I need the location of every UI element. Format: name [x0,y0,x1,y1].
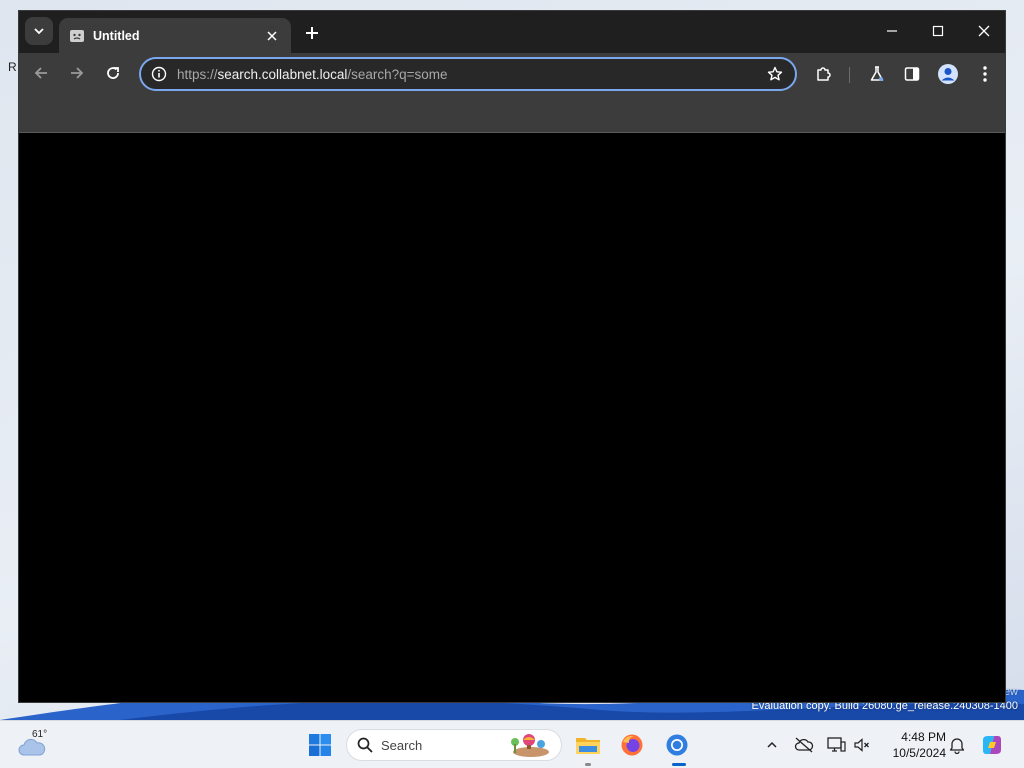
taskbar-search-label: Search [381,737,423,753]
copilot-button[interactable] [980,733,1004,757]
chevron-down-icon [34,28,44,35]
firefox-icon [621,734,643,756]
taskbar: 61° Search 4:48 PM 10/5/2024 [0,720,1024,768]
bookmarks-bar [19,93,1005,133]
tab-close-icon[interactable] [263,27,281,45]
network-tray-button[interactable] [824,733,848,757]
close-window-button[interactable] [961,17,1005,45]
show-hidden-icons-button[interactable] [760,733,784,757]
labs-button[interactable] [864,61,890,87]
folder-icon [576,738,600,754]
windows-logo-icon [309,734,331,756]
firefox-button[interactable] [616,729,648,761]
extensions-button[interactable] [811,61,837,87]
weather-widget[interactable]: 61° [18,727,58,763]
minimize-icon [887,30,897,32]
reload-button[interactable] [99,59,127,87]
search-icon [357,737,373,753]
tab-untitled[interactable]: Untitled [59,18,291,53]
side-panel-icon [904,67,920,81]
file-explorer-running-indicator [585,763,591,766]
bell-icon [949,738,965,754]
chevron-up-icon [767,741,777,748]
desktop-icon-label-fragment: R [8,60,17,74]
new-tab-button[interactable] [299,20,325,46]
address-bar-url[interactable]: https://search.collabnet.local/search?q=… [177,67,765,82]
tab-title: Untitled [93,28,140,43]
taskbar-clock[interactable]: 4:48 PM 10/5/2024 [878,729,946,761]
arrow-right-icon [71,67,84,79]
puzzle-icon [817,67,831,81]
clock-date: 10/5/2024 [892,746,946,760]
url-host: search.collabnet.local [217,66,348,82]
flask-icon [870,66,884,81]
url-path: /search?q=some [347,66,448,82]
minimize-button[interactable] [869,17,915,45]
page-content[interactable] [19,133,1005,702]
profile-button[interactable] [935,61,961,87]
chrome-button[interactable] [661,729,693,761]
browser-titlebar: Untitled [19,11,1005,53]
toolbar-divider [849,67,850,83]
network-icon [827,737,846,752]
browser-toolbar: https://search.collabnet.local/search?q=… [19,53,1005,93]
close-icon [978,25,990,37]
volume-tray-button[interactable] [850,733,874,757]
taskbar-search[interactable]: Search [346,729,562,761]
browser-window: Untitled https://search.collabnet.local/… [18,10,1006,703]
speaker-muted-icon [854,738,869,752]
cloud-icon [18,738,46,756]
plus-icon [306,27,318,39]
bookmark-star-icon[interactable] [765,64,785,84]
avatar-icon [938,64,958,84]
start-button[interactable] [304,729,336,761]
chrome-icon [666,734,688,756]
tab-search-button[interactable] [25,17,53,45]
side-panel-button[interactable] [899,61,925,87]
forward-button[interactable] [63,59,91,87]
site-info-icon[interactable] [151,66,167,82]
onedrive-tray-button[interactable] [792,733,816,757]
maximize-icon [932,25,944,37]
cloud-offline-icon [794,737,814,753]
url-scheme: https:// [177,66,218,82]
chrome-active-indicator [672,763,686,766]
maximize-button[interactable] [915,17,961,45]
page-favicon-icon [69,28,85,44]
search-highlight-icon [507,732,551,758]
reload-icon [107,67,119,79]
more-vertical-icon [983,66,987,82]
menu-button[interactable] [972,61,998,87]
copilot-icon [983,736,1001,754]
address-bar[interactable]: https://search.collabnet.local/search?q=… [139,57,797,91]
notifications-button[interactable] [945,733,969,757]
arrow-left-icon [34,67,47,79]
file-explorer-button[interactable] [572,729,604,761]
clock-time: 4:48 PM [901,730,946,744]
back-button[interactable] [27,59,55,87]
watermark-line-1: ew [1003,686,1018,698]
